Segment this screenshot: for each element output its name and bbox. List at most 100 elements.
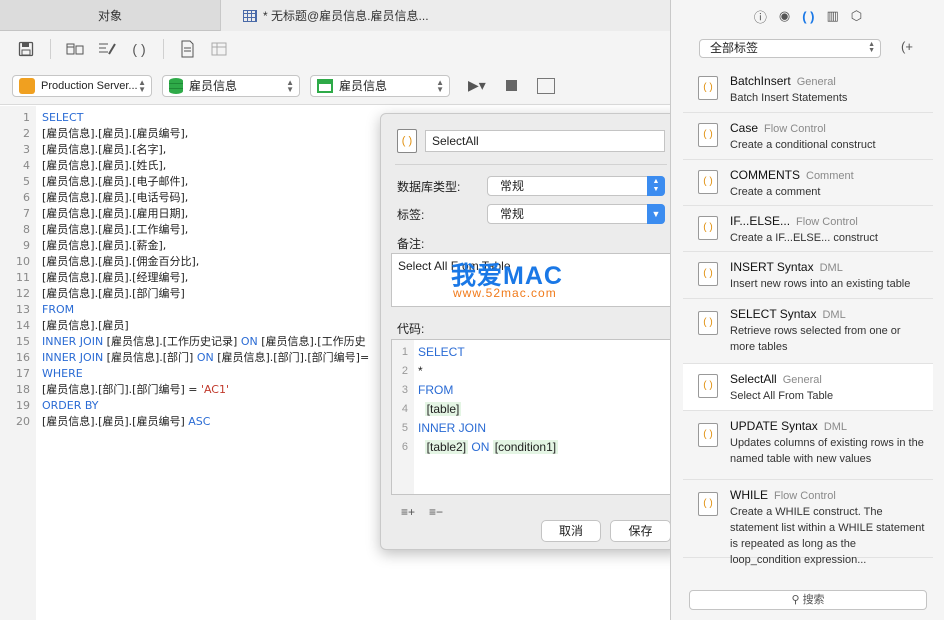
code-text: [雇员信息].[雇员].[经理编号],	[42, 270, 188, 286]
snippet-item[interactable]: ( ) COMMENTS Comment Create a comment	[683, 160, 933, 206]
line-number: 20	[16, 415, 30, 428]
chevron-updown-icon: ▲ ▼	[138, 77, 146, 94]
snippet-code-editor[interactable]: 1 SELECT 2 * 3 FROM 4 [table] 5 INNER JOIN 6 [tab…	[391, 339, 671, 495]
sql-text: [雇员信息].[雇员].[雇员编号],	[42, 127, 189, 140]
code-text: FROM	[42, 302, 74, 318]
line-number: 17	[16, 367, 30, 380]
snippet-item[interactable]: ( ) IF...ELSE... Flow Control Create a IF..…	[683, 206, 933, 252]
tag-select[interactable]: 常规 ▼	[487, 204, 665, 224]
columns-icon[interactable]: ▥	[826, 8, 838, 24]
save-icon[interactable]	[14, 38, 38, 60]
line-number: 5	[23, 175, 30, 188]
sql-text: [雇员信息].[雇员].[雇员编号]	[42, 415, 189, 428]
sql-keyword: ON	[240, 335, 258, 348]
toolbar-separator	[163, 39, 164, 59]
sql-text: [雇员信息].[工作历史记录]	[103, 335, 241, 348]
snippet-popover: ( ) SelectAll 数据库类型: 常规 ▲ ▼ 标签: 常规 ▼ 备注: …	[380, 113, 682, 550]
code-text: [雇员信息].[雇员].[薪金],	[42, 238, 166, 254]
placeholder-token[interactable]: [table2]	[424, 440, 469, 454]
snippet-item[interactable]: ( ) Case Flow Control Create a conditional …	[683, 113, 933, 160]
code-text: INNER JOIN [雇员信息].[部门] ON [雇员信息].[部门].[部…	[42, 350, 369, 366]
connection-select[interactable]: Production Server... ▲ ▼	[12, 74, 152, 97]
line-number: 19	[16, 399, 30, 412]
snippet-item[interactable]: ( ) UPDATE Syntax DML Updates columns of ex…	[683, 411, 933, 480]
schema-icon	[317, 78, 333, 93]
snippet-item[interactable]: ( ) SELECT Syntax DML Retrieve rows selecte…	[683, 299, 933, 364]
snippet-description: Insert new rows into an existing table	[730, 278, 911, 290]
snippet-title: INSERT Syntax DML	[730, 260, 843, 274]
placeholder-token[interactable]: [table]	[424, 402, 462, 416]
export-icon[interactable]	[176, 38, 200, 60]
code-text: [雇员信息].[雇员]	[42, 318, 129, 334]
cancel-button[interactable]: 取消	[541, 520, 601, 542]
code-snippet-icon[interactable]: ( )	[127, 38, 151, 60]
tab-query[interactable]: * 无标题@雇员信息.雇员信息...	[220, 0, 670, 31]
tag-filter-select[interactable]: 全部标签 ▲ ▼	[699, 39, 881, 58]
snippet-category: DML	[819, 262, 843, 274]
sql-text: [雇员信息].[工作历史	[257, 335, 366, 348]
snippet-item[interactable]: ( ) INSERT Syntax DML Insert new rows into …	[683, 252, 933, 299]
snippet-title-text: Case	[730, 121, 759, 135]
run-icon[interactable]: ▶▾	[468, 77, 486, 94]
sql-text: [雇员信息].[雇员].[佣金百分比],	[42, 255, 200, 268]
tab-query-label: * 无标题@雇员信息.雇员信息...	[263, 9, 429, 23]
line-number: 13	[16, 303, 30, 316]
sql-keyword: WHERE	[42, 367, 83, 380]
placeholder-token[interactable]: [condition1]	[492, 440, 559, 454]
code-snippet-icon[interactable]: ( )	[802, 9, 814, 24]
search-input[interactable]: ⚲ 搜索	[689, 590, 927, 610]
code-text: INNER JOIN [雇员信息].[工作历史记录] ON [雇员信息].[工作…	[42, 334, 366, 350]
schema-select[interactable]: 雇员信息 ▲ ▼	[310, 74, 450, 97]
stop-icon[interactable]	[505, 80, 517, 91]
code-text: SELECT	[418, 343, 465, 362]
code-text: [雇员信息].[部门].[部门编号] = 'AC1'	[42, 382, 229, 398]
line-number: 18	[16, 383, 30, 396]
server-icon	[19, 77, 35, 94]
snippet-category: General	[782, 374, 822, 386]
snippet-name-field[interactable]: SelectAll	[425, 130, 665, 152]
snippet-title: SELECT Syntax DML	[730, 307, 846, 321]
line-number: 1	[23, 111, 30, 124]
chevron-updown-icon: ▲ ▼	[286, 77, 294, 94]
snippet-title-text: BatchInsert	[730, 74, 791, 88]
grid-export-icon[interactable]	[208, 38, 232, 60]
snippet-library-panel: ⓘ ◉ ( ) ▥ ⬡ 全部标签 ▲ ▼ (+ ( ) BatchInsert Gen…	[670, 0, 944, 620]
remove-placeholder-icon[interactable]: ≡−	[429, 505, 449, 519]
snippet-item[interactable]: ( ) SelectAll General Select All From Table	[683, 364, 933, 411]
snippet-file-icon: ( )	[698, 262, 718, 286]
database-select[interactable]: 雇员信息 ▲ ▼	[162, 74, 300, 97]
db-type-select[interactable]: 常规 ▲ ▼	[487, 176, 665, 196]
add-snippet-icon[interactable]: (+	[901, 39, 919, 57]
search-placeholder: 搜索	[802, 594, 825, 606]
eye-icon[interactable]: ◉	[779, 8, 790, 24]
table-grid-icon	[243, 9, 257, 22]
save-button[interactable]: 保存	[610, 520, 671, 542]
snippet-description: Create a conditional construct	[730, 139, 876, 151]
snippet-description: Select All From Table	[730, 390, 834, 402]
snippet-file-icon: ( )	[698, 423, 718, 447]
query-builder-icon[interactable]	[63, 38, 87, 60]
sql-keyword: ORDER BY	[42, 399, 99, 412]
explain-icon[interactable]	[536, 77, 555, 94]
database-select-value: 雇员信息	[189, 79, 238, 93]
info-icon[interactable]: ⓘ	[754, 7, 767, 26]
hexagon-icon[interactable]: ⬡	[851, 8, 862, 24]
tab-objects-label: 对象	[97, 9, 122, 23]
sql-keyword: ASC	[188, 415, 211, 428]
snippet-category: DML	[823, 421, 848, 433]
snippet-item[interactable]: ( ) BatchInsert General Batch Insert Statem…	[683, 66, 933, 113]
add-placeholder-icon[interactable]: ≡+	[401, 505, 421, 519]
code-text: [雇员信息].[雇员].[部门编号]	[42, 286, 185, 302]
tab-objects[interactable]: 对象	[0, 0, 220, 31]
sql-text: [雇员信息].[雇员].[薪金],	[42, 239, 167, 252]
line-number: 1	[401, 346, 408, 358]
sql-text: [雇员信息].[部门].[部门编号] =	[42, 383, 201, 396]
line-number: 7	[23, 207, 30, 220]
snippet-item[interactable]: ( ) WHILE Flow Control Create a WHILE const…	[683, 480, 933, 566]
beautify-icon[interactable]	[95, 38, 119, 60]
snippet-category: Flow Control	[764, 123, 826, 135]
connection-selector-row: Production Server... ▲ ▼ 雇员信息 ▲ ▼ 雇员信息 ▲ ▼ …	[0, 67, 670, 105]
line-number: 9	[23, 239, 30, 252]
line-number: 8	[23, 223, 30, 236]
